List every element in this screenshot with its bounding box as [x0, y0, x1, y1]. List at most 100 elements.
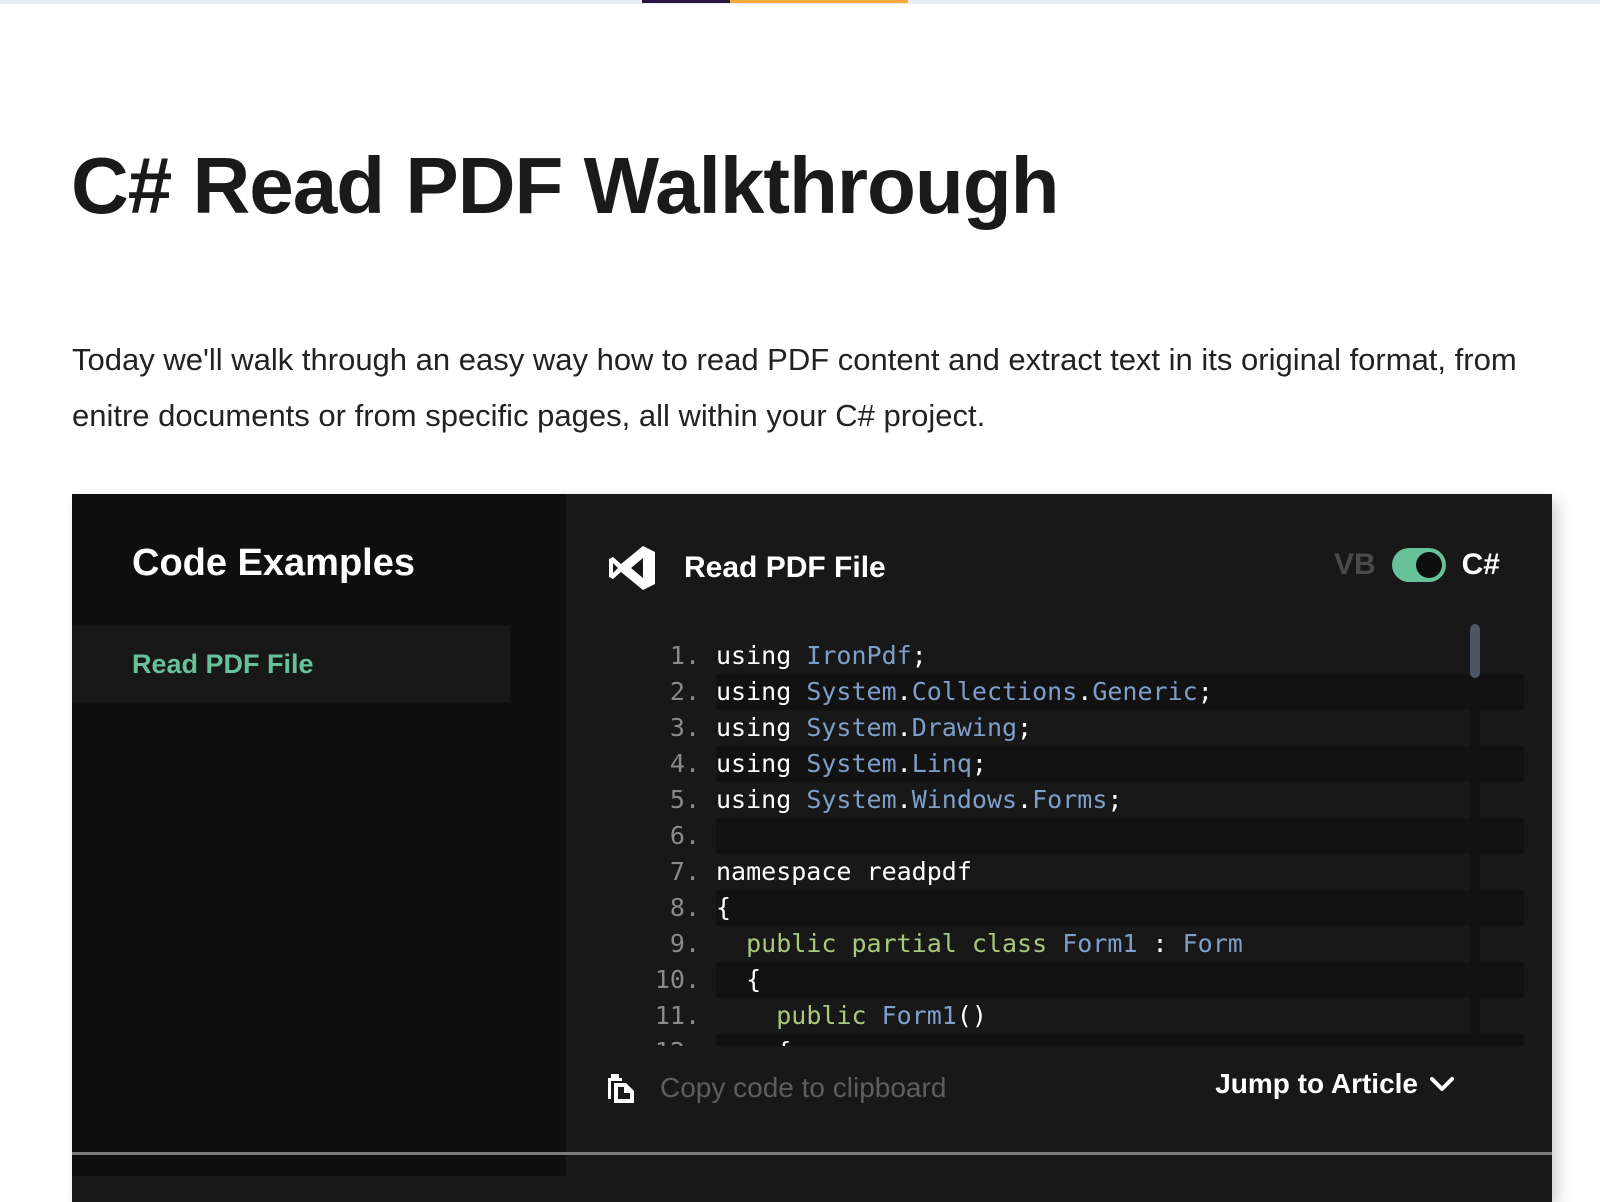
code-token: using: [716, 677, 807, 706]
code-line-number: 7.: [669, 857, 700, 886]
example-header: Read PDF File: [606, 542, 886, 594]
code-token: Linq: [911, 749, 972, 778]
code-token: ;: [1017, 713, 1033, 742]
code-scrollbar-thumb[interactable]: [1470, 624, 1480, 678]
code-line: 3. using System.Drawing;: [606, 710, 1524, 746]
code-token: .: [1017, 785, 1033, 814]
code-token: System: [806, 677, 897, 706]
jump-to-article-label: Jump to Article: [1215, 1068, 1418, 1099]
code-token: .: [896, 713, 912, 742]
intro-paragraph: Today we'll walk through an easy way how…: [72, 342, 1517, 433]
code-token: IronPdf: [806, 641, 912, 670]
code-token: System: [806, 785, 897, 814]
code-token: Form: [1182, 929, 1243, 958]
code-line: 1. using IronPdf;: [606, 638, 1524, 674]
code-line-source: namespace readpdf: [716, 854, 1524, 890]
code-token: using: [716, 641, 807, 670]
code-line-source: using IronPdf;: [716, 638, 1524, 674]
code-line-source: using System.Drawing;: [716, 710, 1524, 746]
code-line-number: 2.: [669, 677, 700, 706]
code-line-number: 10.: [654, 965, 700, 994]
code-scrollbar[interactable]: [1470, 624, 1480, 1036]
code-token: System: [806, 749, 897, 778]
top-progress-bar: [0, 0, 1600, 4]
code-token: using: [716, 785, 807, 814]
code-line-number: 12.: [606, 1034, 716, 1046]
code-token: {: [716, 1037, 791, 1046]
code-token: Windows: [911, 785, 1018, 814]
code-line-source: {: [716, 1034, 1524, 1046]
code-examples-panel: Code Examples Read PDF File Read PDF Fil…: [72, 494, 1552, 1202]
code-token: using: [716, 749, 807, 778]
code-line-source: public Form1(): [716, 998, 1524, 1034]
clipboard-icon: [608, 1074, 634, 1103]
code-line-number: 3.: [669, 713, 700, 742]
code-token: public partial class: [746, 929, 1063, 958]
code-token: .: [896, 677, 912, 706]
language-toggle: VB C#: [1334, 548, 1500, 582]
code-token: Collections: [911, 677, 1078, 706]
code-line-source: {: [716, 962, 1524, 998]
code-line-number: 1.: [669, 641, 700, 670]
code-token: ;: [911, 641, 927, 670]
code-line: 8. {: [606, 890, 1524, 926]
page-title: C# Read PDF Walkthrough: [71, 141, 1059, 230]
code-token: Form1: [881, 1001, 957, 1030]
code-line: 11. public Form1(): [606, 998, 1524, 1034]
code-line: 7. namespace readpdf: [606, 854, 1524, 890]
code-line-source: {: [716, 890, 1524, 926]
language-vb-label[interactable]: VB: [1334, 548, 1376, 582]
sidebar-item-read-pdf-file[interactable]: Read PDF File: [72, 626, 510, 702]
jump-to-article-button[interactable]: Jump to Article: [1215, 1068, 1454, 1100]
code-token: ;: [971, 749, 987, 778]
code-line-number: 9.: [669, 929, 700, 958]
copy-code-label: Copy code to clipboard: [660, 1072, 947, 1103]
visual-studio-icon: [609, 546, 655, 590]
panel-bottom-divider: [72, 1152, 1552, 1155]
code-token: .: [1077, 677, 1093, 706]
code-line-number: 8.: [669, 893, 700, 922]
progress-segment-orange: [730, 0, 908, 3]
code-token: System: [806, 713, 897, 742]
code-block[interactable]: 1. using IronPdf; 2. using System.Collectio…: [606, 638, 1524, 1046]
code-token: Form1: [1062, 929, 1138, 958]
sidebar-title: Code Examples: [132, 542, 415, 584]
code-line-source: public partial class Form1 : Form: [716, 926, 1524, 962]
code-token: :: [1137, 929, 1183, 958]
code-examples-sidebar: Code Examples Read PDF File: [72, 494, 566, 1176]
code-token: Generic: [1092, 677, 1198, 706]
code-token: public: [776, 1001, 882, 1030]
code-token: .: [896, 785, 912, 814]
example-title: Read PDF File: [684, 551, 886, 584]
code-line-source: [716, 818, 1524, 854]
code-line-number: 11.: [654, 1001, 700, 1030]
code-token: using: [716, 713, 807, 742]
copy-code-button[interactable]: Copy code to clipboard: [606, 1072, 946, 1104]
code-line: 2. using System.Collections.Generic;: [606, 674, 1524, 710]
code-line: 10. {: [606, 962, 1524, 998]
code-line: 6.: [606, 818, 1524, 854]
code-token: {: [716, 965, 762, 994]
code-line-source: using System.Linq;: [716, 746, 1524, 782]
code-token: Forms: [1032, 785, 1108, 814]
code-token: ;: [1107, 785, 1123, 814]
code-line-number: 5.: [669, 785, 700, 814]
code-token: (): [956, 1001, 987, 1030]
code-line: 5. using System.Windows.Forms;: [606, 782, 1524, 818]
code-token: ;: [1197, 677, 1213, 706]
progress-segment-dark: [642, 0, 730, 3]
code-line: 9. public partial class Form1 : Form: [606, 926, 1524, 962]
code-line-number: 6.: [669, 821, 700, 850]
chevron-down-icon: [1430, 1077, 1454, 1091]
code-token: Drawing: [911, 713, 1018, 742]
code-line: 12. {: [606, 1034, 1524, 1046]
language-cs-label[interactable]: C#: [1462, 548, 1500, 582]
language-switch-knob: [1415, 552, 1442, 578]
code-line-number: 4.: [669, 749, 700, 778]
code-token: {: [716, 893, 732, 922]
code-line-source: using System.Windows.Forms;: [716, 782, 1524, 818]
code-token: namespace readpdf: [716, 857, 972, 886]
language-switch[interactable]: [1391, 548, 1446, 582]
